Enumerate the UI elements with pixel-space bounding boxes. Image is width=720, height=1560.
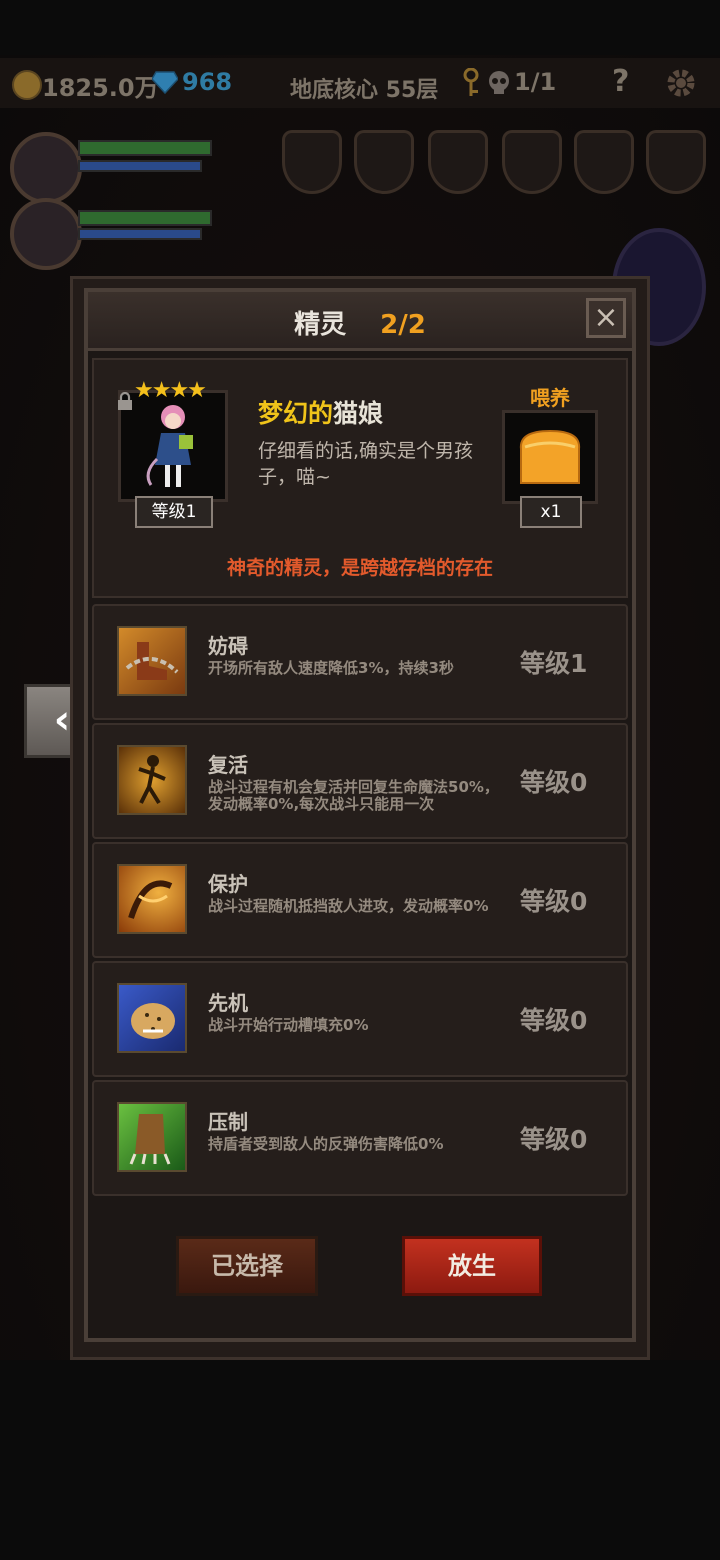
feed-item-count: x1: [520, 496, 582, 528]
feather-slot[interactable]: [574, 130, 634, 194]
hero-hp-bar: [78, 210, 212, 226]
bell-slot[interactable]: [428, 130, 488, 194]
skull-icon: [489, 71, 509, 94]
gold-amount: 1825.0万: [42, 74, 159, 102]
diamond-icon: [152, 71, 178, 94]
chain-boot-icon: [117, 626, 187, 696]
skill-description: 开场所有敌人速度降低3%，持续3秒: [208, 659, 454, 677]
help-button[interactable]: ?: [612, 64, 629, 99]
skill-description: 战斗过程随机抵挡敌人进攻，发动概率0%: [208, 897, 489, 915]
spirit-name: 梦幻的猫娘: [258, 394, 383, 430]
skill-name: 压制: [208, 1110, 248, 1134]
star-rating: ★★★★: [134, 378, 207, 403]
key-count: 1/1: [514, 68, 557, 96]
hero-mp-bar: [78, 160, 202, 172]
spirit-name-adjective: 梦幻的: [258, 399, 334, 428]
shield-figure-icon: [117, 864, 187, 934]
leopard-icon: [117, 983, 187, 1053]
revive-figure-icon: [117, 745, 187, 815]
weapon-slot[interactable]: [646, 130, 706, 194]
spirit-name-noun: 猫娘: [333, 399, 384, 428]
gem-amount: 968: [182, 68, 233, 96]
settings-gear-icon[interactable]: [664, 66, 698, 100]
skill-level: 等级0: [520, 768, 588, 797]
helmet-slot[interactable]: [282, 130, 342, 194]
dialog-title-text: 精灵: [294, 310, 347, 340]
hero-portrait[interactable]: [10, 132, 82, 204]
skill-name: 复活: [208, 753, 248, 777]
skill-description: 持盾者受到敌人的反弹伤害降低0%: [208, 1135, 444, 1153]
skill-name: 妨碍: [208, 634, 248, 658]
selected-button[interactable]: 已选择: [176, 1236, 318, 1296]
skill-level: 等级0: [520, 887, 588, 916]
bread-icon: [519, 429, 581, 484]
beast-claw-icon: [117, 1102, 187, 1172]
spirit-level-badge: 等级1: [135, 496, 213, 528]
release-button[interactable]: 放生: [402, 1236, 542, 1296]
catgirl-figure-icon: [146, 405, 193, 487]
skill-name: 先机: [208, 991, 248, 1015]
skill-level: 等级0: [520, 1125, 588, 1154]
skill-name: 保护: [208, 872, 248, 896]
close-button[interactable]: ×: [586, 298, 626, 338]
skill-description: 战斗过程有机会复活并回复生命魔法50%，发动概率0%,每次战斗只能用一次: [208, 778, 499, 813]
key-icon: [463, 68, 479, 96]
gold-coin-icon: [12, 70, 42, 100]
skill-level: 等级1: [520, 649, 588, 678]
feed-item-button[interactable]: [502, 410, 598, 504]
spirit-description: 仔细看的话,确实是个男孩子，喵~: [258, 440, 474, 488]
floor-label: 地底核心 55层: [290, 78, 439, 103]
lock-icon: [118, 392, 132, 410]
spirit-subtitle: 神奇的精灵，是跨越存档的存在: [226, 557, 493, 579]
skill-description: 战斗开始行动槽填充0%: [208, 1016, 369, 1034]
armor-slot[interactable]: [354, 130, 414, 194]
skill-level: 等级0: [520, 1006, 588, 1035]
feed-label: 喂养: [530, 386, 570, 410]
hero-mp-bar: [78, 228, 202, 240]
hero-portrait[interactable]: [10, 198, 82, 270]
spirit-count: 2/2: [380, 310, 426, 340]
scroll-slot[interactable]: [502, 130, 562, 194]
spirit-portrait[interactable]: [118, 390, 228, 502]
hero-hp-bar: [78, 140, 212, 156]
